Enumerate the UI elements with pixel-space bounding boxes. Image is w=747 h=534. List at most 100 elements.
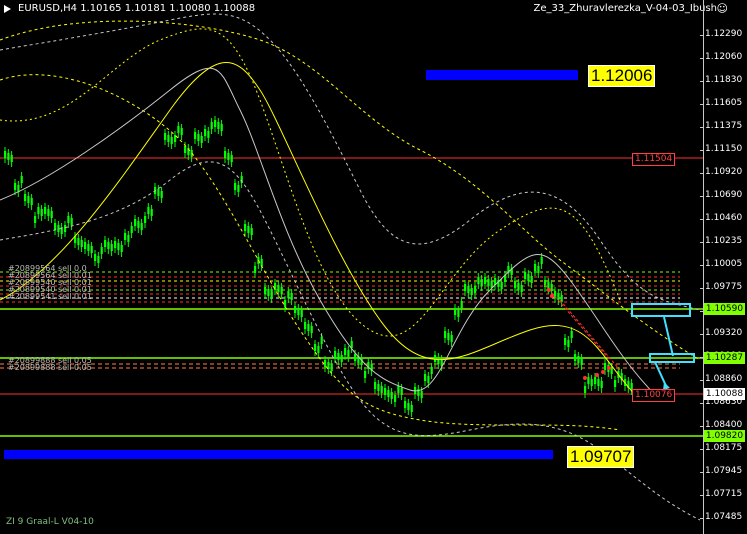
footer-indicator-label: ZI 9 Graal-L V04-10 [6,517,94,527]
price-tick-label: 1.11150 [705,144,743,154]
candle-body [487,279,490,286]
price-tick-mark [700,380,704,381]
candle-body [407,403,410,410]
candle-body [377,384,380,391]
candle-body [147,207,150,214]
candle-body [450,335,453,342]
price-tick-label: 1.10235 [705,236,743,246]
candle-body [34,216,37,223]
candle-body [534,264,537,271]
candle-body [44,207,47,214]
price-tick-mark [700,288,704,289]
moving-average-line [0,62,641,401]
price-tick-mark [700,35,704,36]
candle-body [297,308,300,315]
candle-body [224,151,227,158]
candle-body [304,322,307,329]
candle-body [280,287,283,294]
candle-body [134,219,137,226]
candle-body [230,155,233,162]
candle-body [4,151,7,158]
candle-body [164,133,167,140]
candle-body [184,146,187,153]
candle-body [307,324,310,331]
price-tick-mark [700,518,704,519]
candle-body [457,310,460,317]
price-tick-mark [700,127,704,128]
candle-body [287,291,290,298]
candle-body [364,371,367,378]
candle-body [67,216,70,223]
candle-body [107,242,110,249]
candle-body [144,216,147,223]
signal-dot [607,366,611,370]
cyan-target-box-upper [631,303,691,317]
candle-body [430,367,433,374]
candle-body [314,344,317,351]
cyan-arrow-line [663,316,674,357]
price-tick-label: 1.12290 [705,29,743,39]
candle-body [570,331,573,338]
candle-body [447,333,450,340]
candle-body [480,279,483,286]
candle-body [474,286,477,293]
candle-body [500,282,503,289]
candle-body [10,155,13,162]
order-label: #20899541 sell 0.01 [8,292,92,301]
candle-body [77,238,80,245]
candle-body [207,131,210,138]
dropdown-arrow-icon[interactable] [4,5,11,13]
signal-dot [583,376,587,380]
candle-body [7,153,10,160]
candle-body [87,244,90,251]
candle-body [530,276,533,283]
blue-target-bar-top [426,70,578,80]
order-label: #20899888 sell 0.05 [8,363,92,372]
candle-body [517,283,520,290]
candle-body [64,225,67,232]
price-tick-mark [700,196,704,197]
bottom-target-label: 1.09707 [567,446,635,468]
candle-body [50,211,53,218]
candle-body [210,122,213,129]
candle-body [384,388,387,395]
price-tick-label: 1.09775 [705,282,743,292]
candle-body [340,355,343,362]
price-tick-mark [700,58,704,59]
upper-band [0,13,701,311]
candle-body [427,376,430,383]
candle-body [20,176,23,183]
candle-body [97,256,100,263]
candle-body [540,257,543,264]
candle-body [437,357,440,364]
candle-body [250,228,253,235]
candle-body [464,284,467,291]
price-tick-label: 1.07485 [705,512,743,522]
candle-body [420,391,423,398]
candle-body [404,401,407,408]
candle-body [460,301,463,308]
candle-body [527,274,530,281]
candle-body [217,122,220,129]
candle-body [260,259,263,266]
candle-body [244,224,247,231]
candle-body [120,245,123,252]
trend-line [559,299,621,371]
price-tick-mark [700,242,704,243]
candle-body [400,388,403,395]
candle-body [90,246,93,253]
candle-body [300,310,303,317]
candle-body [564,338,567,345]
candle-body [264,287,267,294]
candle-body [484,277,487,284]
candle-body [320,337,323,344]
candle-body [390,392,393,399]
candle-body [387,390,390,397]
candle-body [227,153,230,160]
candle-body [200,136,203,143]
level-lower-price-tag: 1.09820 [704,430,745,442]
candle-body [130,226,133,233]
candle-body [310,326,313,333]
candle-body [284,300,287,307]
level-upper-price-tag: 1.10590 [704,303,745,315]
